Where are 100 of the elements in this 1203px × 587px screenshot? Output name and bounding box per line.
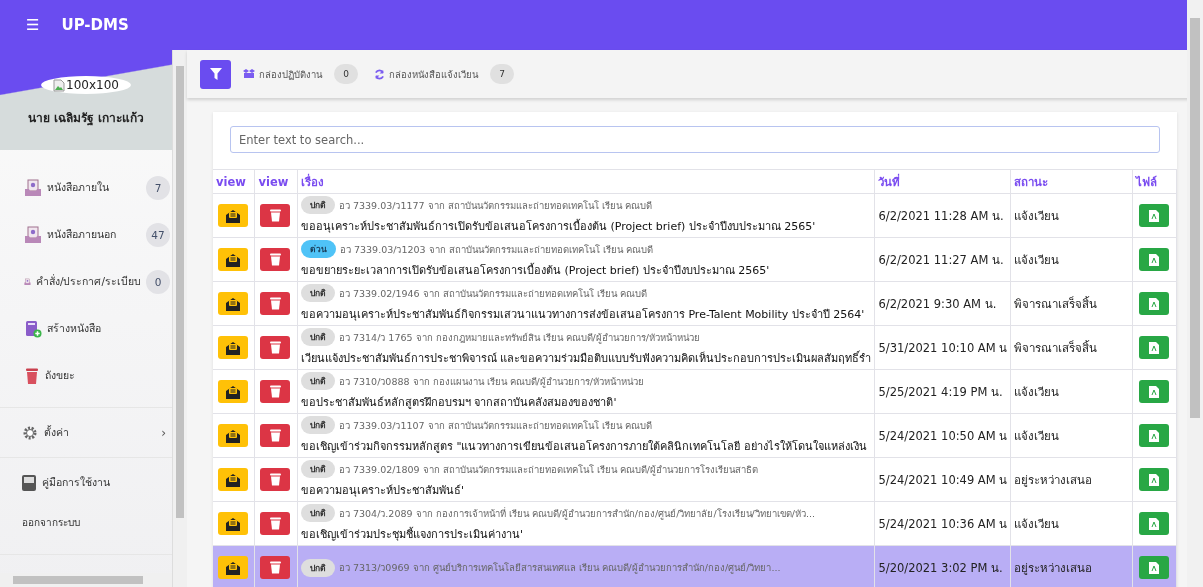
status-text: แจ้งเวียน (1014, 384, 1060, 399)
pdf-file-icon (1149, 473, 1160, 486)
count-badge: 0 (334, 64, 358, 84)
date-text: 5/20/2021 3:02 PM น. (878, 560, 1003, 575)
column-header: วันที่ (874, 169, 1011, 194)
chevron-icon: › (161, 425, 166, 440)
envelope-icon (225, 340, 241, 355)
envelope-icon (225, 252, 241, 267)
reference-text: อว 7339.02/1809 จาก สถาบันนวัตกรรมและถ่ายทอดเทคโนโ เรียน คณบดี/ผู้อำนวยการโรงเรียนสาธิต (338, 462, 758, 477)
column-header: ไฟล์ (1133, 169, 1177, 194)
avatar-image: 100x100 (41, 76, 131, 94)
open-button[interactable] (218, 292, 248, 315)
trash-icon (269, 297, 281, 310)
date-text: 6/2/2021 11:28 AM น. (878, 208, 1004, 223)
pdf-button[interactable] (1139, 380, 1170, 403)
delete-button[interactable] (260, 336, 291, 359)
open-button[interactable] (218, 424, 248, 447)
delete-button[interactable] (260, 468, 291, 491)
sidebar-item[interactable]: หนังสือภายนอก 47 (0, 211, 172, 258)
date-text: 6/2/2021 9:30 AM น. (878, 296, 997, 311)
delete-button[interactable] (260, 292, 291, 315)
subject-title: ขอความอนุเคราะห์ประชาสัมพันธ์' (300, 483, 465, 499)
pdf-button[interactable] (1139, 556, 1170, 579)
delete-button[interactable] (260, 556, 291, 579)
book-icon (22, 474, 36, 491)
pdf-button[interactable] (1139, 468, 1170, 491)
reference-text: อว 7304/ว.2089 จาก กองการเจ้าหน้าที่ เรียน คณบดี/ผู้อำนวยการสำนัก/กอง/ศูนย์/วิทยาลัย/โรงเรียน/วิทยาเขต/หัว... (338, 506, 816, 521)
pdf-button[interactable] (1139, 292, 1170, 315)
pdf-button[interactable] (1139, 512, 1170, 535)
status-text: อยู่ระหว่างเสนอ (1014, 560, 1093, 575)
filter-button[interactable] (200, 59, 231, 89)
pdf-file-icon (1149, 253, 1160, 266)
settings-item[interactable]: ตั้งค่า › (0, 408, 172, 457)
reference-text: อว 7310/ว0888 จาก กองแผนงาน เรียน คณบดี/ผู้อำนวยการ/หัวหน้าหน่วย (338, 374, 644, 389)
box-tab[interactable]: กล่องปฏิบัติงาน 0 (239, 64, 362, 84)
book-plus-icon (24, 319, 42, 338)
subject-title: ขอความอนุเคราะห์ประชาสัมพันธ์กิจกรรมเสวนาแนวทางการส่งข้อเสนอโครงการ Pre-Talent Mobility ประจำปี 2564' (300, 307, 866, 323)
priority-badge: ปกติ (300, 284, 335, 302)
open-button[interactable] (218, 380, 248, 403)
trash-icon (269, 561, 281, 574)
priority-badge: ปกติ (300, 504, 335, 522)
inbox-tray-icon (24, 178, 42, 197)
envelope-icon (225, 296, 241, 311)
envelope-icon (225, 428, 241, 443)
boxes-icon (243, 69, 255, 79)
open-button[interactable] (218, 556, 248, 579)
delete-button[interactable] (260, 204, 291, 227)
count-badge: 7 (146, 175, 170, 200)
sidebar-item[interactable]: ถังขยะ (0, 352, 172, 399)
delete-button[interactable] (260, 424, 291, 447)
pdf-button[interactable] (1139, 204, 1170, 227)
open-button[interactable] (218, 512, 248, 535)
sidebar-scrollbar[interactable] (173, 50, 187, 587)
envelope-icon (225, 208, 241, 223)
sidebar-item[interactable]: สร้างหนังสือ (0, 305, 172, 352)
open-button[interactable] (218, 204, 248, 227)
search-field[interactable]: Enter text to search... (230, 126, 1160, 153)
date-text: 6/2/2021 11:27 AM น. (878, 252, 1004, 267)
manual-item[interactable]: คู่มือการใช้งาน (0, 458, 172, 507)
open-button[interactable] (218, 468, 248, 491)
reference-text: อว 7313/ว0969 จาก ศูนย์บริการเทคโนโลยีสารสนเทศแล เรียน คณบดี/ผู้อำนวยการสำนัก/กอง/ศูนย์/วิทยา... (338, 561, 781, 575)
reference-text: อว 7339.03/ว1177 จาก สถาบันนวัตกรรมและถ่ายทอดเทคโนโ เรียน คณบดี (338, 198, 652, 213)
pdf-button[interactable] (1139, 336, 1170, 359)
pdf-file-icon (1149, 209, 1160, 222)
status-text: อยู่ระหว่างเสนอ (1014, 472, 1093, 487)
priority-badge: ด่วน (300, 240, 336, 258)
pdf-button[interactable] (1139, 424, 1170, 447)
date-text: 5/31/2021 10:10 AM น (878, 340, 1008, 355)
pdf-file-icon (1149, 385, 1160, 398)
subject-title: ขอประชาสัมพันธ์หลักสูตรฝึกอบรมฯ จากสถาบันคลังสมองของชาติ' (300, 395, 618, 411)
box-tab[interactable]: กล่องหนังสือแจ้งเวียน 7 (370, 64, 518, 84)
trash-icon (269, 209, 281, 222)
reference-text: อว 7339.03/ว1203 จาก สถาบันนวัตกรรมและถ่ายทอดเทคโนโ เรียน คณบดี (339, 242, 653, 257)
pdf-file-icon (1149, 341, 1160, 354)
column-header: เรื่อง (297, 169, 875, 194)
pdf-button[interactable] (1139, 248, 1170, 271)
delete-button[interactable] (260, 380, 291, 403)
column-header: view (213, 169, 255, 194)
envelope-icon (225, 516, 241, 531)
delete-button[interactable] (260, 248, 291, 271)
status-text: แจ้งเวียน (1014, 208, 1060, 223)
trash-icon (269, 341, 281, 354)
sidebar-item[interactable]: คำสั่ง/ประกาศ/ระเบียบ 0 (0, 258, 172, 305)
sidebar-item[interactable]: หนังสือภายใน 7 (0, 164, 172, 211)
column-header: view (254, 169, 298, 194)
date-text: 5/24/2021 10:36 AM น (878, 516, 1008, 531)
page-scrollbar[interactable] (1187, 0, 1203, 587)
subject-title: ขออนุเคราะห์ประชาสัมพันธ์การเปิดรับข้อเสนอโครงการเบื้องต้น (Project brief) ประจำปีงบประมาณ 2565' (300, 218, 817, 235)
menu-icon[interactable]: ☰ (26, 16, 40, 34)
trash-icon (24, 366, 40, 385)
open-button[interactable] (218, 336, 248, 359)
priority-badge: ปกติ (300, 416, 335, 434)
pdf-file-icon (1149, 297, 1160, 310)
delete-button[interactable] (260, 512, 291, 535)
priority-badge: ปกติ (300, 328, 335, 346)
pdf-file-icon (1149, 561, 1160, 574)
status-text: แจ้งเวียน (1014, 252, 1060, 267)
date-text: 5/24/2021 10:50 AM น (878, 428, 1008, 443)
open-button[interactable] (218, 248, 248, 271)
logout-link[interactable]: ออกจากระบบ (0, 507, 172, 554)
